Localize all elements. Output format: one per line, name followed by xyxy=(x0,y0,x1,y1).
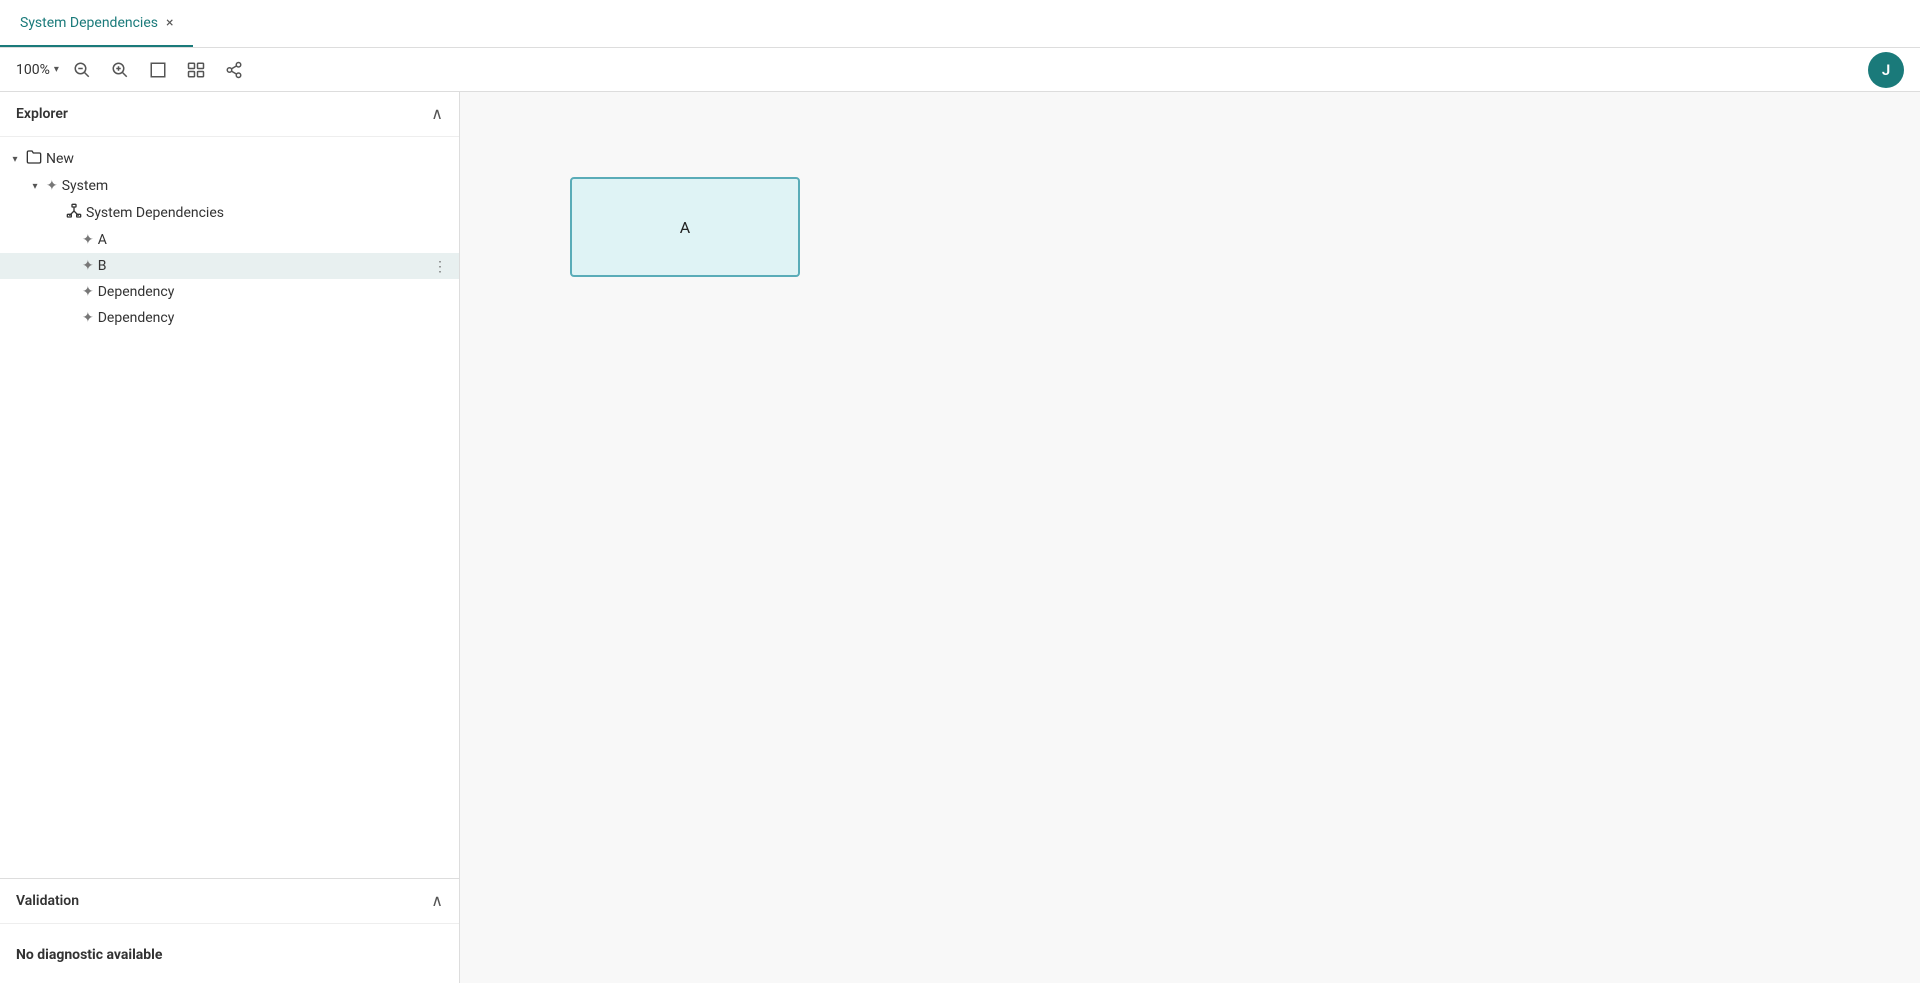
tree-label-b: B xyxy=(98,258,425,274)
tab-label: System Dependencies xyxy=(20,15,158,31)
explorer-header: Explorer ∧ xyxy=(0,92,459,137)
zoom-out-button[interactable] xyxy=(67,57,97,83)
toggle-new: ▾ xyxy=(8,152,22,166)
main-layout: Explorer ∧ ▾ New ⋮ xyxy=(0,92,1920,983)
explorer-collapse-button[interactable]: ∧ xyxy=(431,104,443,124)
validation-body: No diagnostic available xyxy=(0,924,459,983)
tree-label-system: System xyxy=(62,178,425,194)
toggle-dep1 xyxy=(64,285,78,299)
diamond-icon-system: ✦ xyxy=(46,178,58,194)
validation-section: Validation ∧ No diagnostic available xyxy=(0,878,459,983)
zoom-control: 100% ▾ xyxy=(16,62,59,78)
tree-label-new: New xyxy=(46,151,425,167)
tree-menu-b[interactable]: ⋮ xyxy=(429,257,451,275)
explorer-title: Explorer xyxy=(16,106,68,122)
toggle-a xyxy=(64,233,78,247)
zoom-dropdown-arrow[interactable]: ▾ xyxy=(54,64,59,75)
diamond-icon-b: ✦ xyxy=(82,258,94,274)
hierarchy-icon-system-deps xyxy=(66,203,82,223)
diamond-icon-dep2: ✦ xyxy=(82,310,94,326)
tree-item-system[interactable]: ▾ ✦ System ⋮ xyxy=(0,173,459,199)
toggle-system: ▾ xyxy=(28,179,42,193)
tree-item-system-deps[interactable]: System Dependencies ⋮ xyxy=(0,199,459,227)
tree-label-a: A xyxy=(98,232,425,248)
tree-label-dep1: Dependency xyxy=(98,284,425,300)
tree-item-new[interactable]: ▾ New ⋮ xyxy=(0,145,459,173)
canvas-area[interactable]: A xyxy=(460,92,1920,983)
tab-close-button[interactable]: × xyxy=(166,16,173,30)
validation-collapse-button[interactable]: ∧ xyxy=(431,891,443,911)
sidebar: Explorer ∧ ▾ New ⋮ xyxy=(0,92,460,983)
tree-label-system-deps: System Dependencies xyxy=(86,205,425,221)
toggle-dep2 xyxy=(64,311,78,325)
validation-header: Validation ∧ xyxy=(0,879,459,924)
toolbar: 100% ▾ xyxy=(0,48,1920,92)
no-diagnostic-text: No diagnostic available xyxy=(16,947,162,963)
node-a-label: A xyxy=(680,218,690,237)
tree-item-dep1[interactable]: ✦ Dependency ⋮ xyxy=(0,279,459,305)
share-button[interactable] xyxy=(219,57,249,83)
zoom-in-button[interactable] xyxy=(105,57,135,83)
tree-item-a[interactable]: ✦ A ⋮ xyxy=(0,227,459,253)
tree-container: ▾ New ⋮ ▾ ✦ System ⋮ xyxy=(0,137,459,878)
fit-to-screen-button[interactable] xyxy=(143,57,173,83)
validation-title: Validation xyxy=(16,893,79,909)
explorer-section: Explorer ∧ ▾ New ⋮ xyxy=(0,92,459,878)
diamond-icon-dep1: ✦ xyxy=(82,284,94,300)
tree-label-dep2: Dependency xyxy=(98,310,425,326)
folder-icon xyxy=(26,149,42,169)
diamond-icon-a: ✦ xyxy=(82,232,94,248)
tree-item-b[interactable]: ✦ B ⋮ xyxy=(0,253,459,279)
user-avatar[interactable]: J xyxy=(1868,52,1904,88)
toggle-system-deps xyxy=(48,206,62,220)
tab-bar: System Dependencies × xyxy=(0,0,1920,48)
node-a[interactable]: A xyxy=(570,177,800,277)
toggle-b xyxy=(64,259,78,273)
tab-system-dependencies[interactable]: System Dependencies × xyxy=(0,0,193,47)
tree-item-dep2[interactable]: ✦ Dependency ⋮ xyxy=(0,305,459,331)
layout-button[interactable] xyxy=(181,57,211,83)
zoom-value: 100% xyxy=(16,62,50,78)
